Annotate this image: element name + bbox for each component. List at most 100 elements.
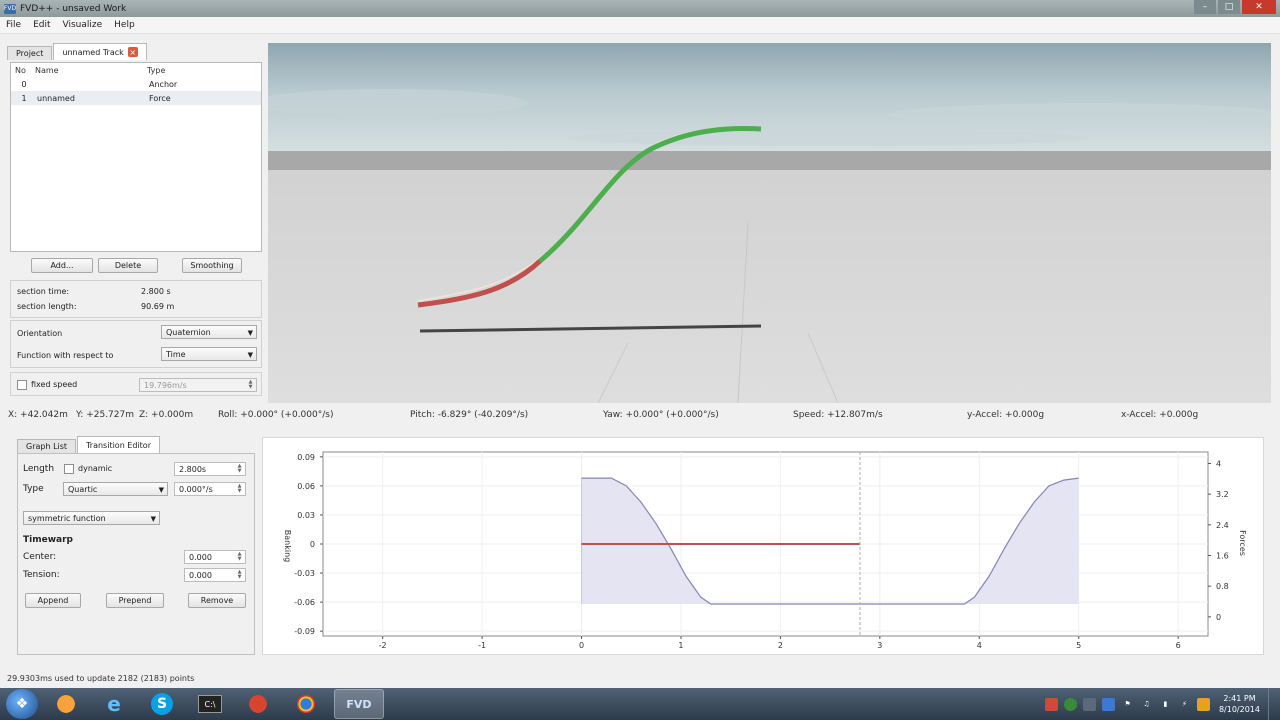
project-panel: Project unnamed Track × No Name Type 0 A… [7, 42, 265, 402]
section-info-box: section time: 2.800 s section length: 90… [10, 280, 262, 318]
center-input[interactable]: 0.000 ▲ ▼ [184, 550, 246, 564]
append-button[interactable]: Append [25, 593, 81, 608]
pitch-readout: Pitch: -6.829° (-40.209°/s) [410, 410, 529, 420]
section-time-label: section time: [17, 287, 70, 296]
list-item[interactable]: 1 unnamed Force [11, 91, 261, 105]
section-length-label: section length: [17, 302, 77, 311]
col-no[interactable]: No [11, 66, 35, 75]
list-item[interactable]: 0 Anchor [11, 77, 261, 91]
fixed-speed-box: fixed speed 19.796m/s ▲ ▼ [10, 372, 262, 396]
clock-date: 8/10/2014 [1218, 705, 1260, 714]
title-bar: FVD FVD++ - unsaved Work – □ ✕ [0, 0, 1280, 17]
tab-track[interactable]: unnamed Track × [53, 43, 147, 60]
chevron-down-icon: ▼ [247, 329, 253, 337]
fixed-speed-checkbox[interactable] [17, 380, 27, 390]
length-input[interactable]: 2.800s ▲ ▼ [174, 462, 246, 476]
skype-icon[interactable]: S [142, 689, 182, 719]
menu-help[interactable]: Help [108, 20, 141, 30]
viewport-scene [268, 43, 1271, 403]
chevron-down-icon: ▼ [247, 351, 253, 359]
menu-edit[interactable]: Edit [27, 20, 56, 30]
fixed-speed-input[interactable]: 19.796m/s ▲ ▼ [139, 378, 257, 392]
settings-box: Orientation Quaternion ▼ Function with r… [10, 320, 262, 368]
tab-project[interactable]: Project [7, 46, 53, 60]
dynamic-checkbox[interactable] [64, 464, 74, 474]
function-graph[interactable]: -2 -1 0 1 2 3 4 5 6 0.09 0.06 0.03 0 -0.03 -0.06 -0.09… [262, 437, 1264, 655]
tab-track-label: unnamed Track [62, 47, 124, 57]
terminal-icon[interactable]: C:\ [190, 689, 230, 719]
firefox-dev-icon[interactable] [238, 689, 278, 719]
smoothing-button[interactable]: Smoothing [182, 258, 242, 273]
tray-dropbox-icon[interactable] [1101, 697, 1115, 711]
tray-flag-icon[interactable]: ⚑ [1121, 698, 1134, 711]
x-tick-label: -2 [379, 641, 387, 650]
tray-power-icon[interactable]: ⚡ [1178, 698, 1191, 711]
item-type: Force [149, 93, 171, 103]
type-value: Quartic [68, 484, 98, 494]
type-select[interactable]: Quartic ▼ [63, 482, 168, 496]
function-select[interactable]: Time ▼ [161, 347, 257, 361]
delete-button[interactable]: Delete [98, 258, 158, 273]
tray-volume-icon[interactable]: ♫ [1140, 698, 1153, 711]
y-position: Y: +25.727m [76, 410, 134, 420]
spinner-arrows-icon[interactable]: ▲ ▼ [235, 464, 244, 475]
add-button[interactable]: Add... [31, 258, 93, 273]
remove-button[interactable]: Remove [188, 593, 246, 608]
show-desktop-button[interactable] [1268, 688, 1280, 720]
length-value: 2.800s [179, 464, 207, 474]
item-type: Anchor [149, 79, 178, 89]
system-tray: ⚑ ♫ ▮ ⚡ 2:41 PM 8/10/2014 [1042, 688, 1280, 720]
col-name[interactable]: Name [35, 66, 147, 75]
track-section-list[interactable]: No Name Type 0 Anchor 1 unnamed Force [10, 62, 262, 252]
center-label: Center: [23, 552, 57, 562]
editor-tabs: Graph List Transition Editor [17, 436, 255, 453]
tray-signal-icon[interactable]: ▮ [1159, 698, 1172, 711]
tab-graph-list[interactable]: Graph List [17, 439, 77, 453]
close-tab-icon[interactable]: × [127, 47, 138, 57]
chevron-down-icon: ▼ [150, 515, 156, 523]
y-tick-label: -0.06 [294, 598, 315, 607]
spinner-arrows-icon[interactable]: ▲ ▼ [235, 570, 244, 581]
maximize-button[interactable]: □ [1218, 0, 1240, 14]
chrome-icon[interactable] [286, 689, 326, 719]
menu-file[interactable]: File [0, 20, 27, 30]
col-type[interactable]: Type [147, 66, 257, 75]
spinner-arrows-icon[interactable]: ▲ ▼ [246, 380, 255, 391]
fvd-taskbar-button[interactable]: FVD [334, 689, 384, 719]
tray-app-icon[interactable] [1044, 697, 1058, 711]
taskbar: ❖ e S C:\ FVD ⚑ ♫ ▮ ⚡ 2:41 PM 8/10/2014 [0, 688, 1280, 720]
fixed-speed-label: fixed speed [31, 380, 78, 389]
section-time-value: 2.800 s [141, 287, 171, 296]
spinner-arrows-icon[interactable]: ▲ ▼ [235, 552, 244, 563]
x-tick-label: 4 [977, 641, 982, 650]
graph-canvas[interactable]: -2 -1 0 1 2 3 4 5 6 0.09 0.06 0.03 0 -0.03 -0.06 -0.09… [263, 438, 1263, 654]
tray-sync-icon[interactable] [1063, 697, 1077, 711]
tension-input[interactable]: 0.000 ▲ ▼ [184, 568, 246, 582]
symmetric-select[interactable]: symmetric function ▼ [23, 511, 160, 525]
item-name: unnamed [37, 93, 75, 103]
spinner-arrows-icon[interactable]: ▲ ▼ [235, 484, 244, 495]
type-rate-input[interactable]: 0.000°/s ▲ ▼ [174, 482, 246, 496]
tray-network-icon[interactable] [1082, 697, 1096, 711]
y2-tick-label: 0.8 [1216, 582, 1229, 591]
y2-axis-label: Forces [1238, 530, 1247, 556]
function-label: Function with respect to [17, 351, 114, 360]
prepend-button[interactable]: Prepend [106, 593, 164, 608]
track-3d-viewport[interactable] [268, 43, 1271, 403]
clock-time: 2:41 PM [1223, 694, 1256, 703]
orientation-select[interactable]: Quaternion ▼ [161, 325, 257, 339]
tab-transition-editor[interactable]: Transition Editor [77, 436, 160, 453]
firefox-icon[interactable] [46, 689, 86, 719]
menu-visualize[interactable]: Visualize [57, 20, 109, 30]
x-tick-label: 0 [579, 641, 584, 650]
item-no: 1 [21, 93, 27, 103]
close-button[interactable]: ✕ [1242, 0, 1276, 14]
tray-update-icon[interactable] [1196, 697, 1210, 711]
ie-icon[interactable]: e [94, 689, 134, 719]
minimize-button[interactable]: – [1194, 0, 1216, 14]
horizon-band [268, 151, 1271, 170]
clock[interactable]: 2:41 PM 8/10/2014 [1219, 693, 1260, 715]
status-row: X: +42.042m Y: +25.727m Z: +0.000m Roll:… [0, 410, 1280, 424]
y-tick-label: 0.09 [297, 453, 315, 462]
start-button[interactable]: ❖ [6, 689, 38, 719]
